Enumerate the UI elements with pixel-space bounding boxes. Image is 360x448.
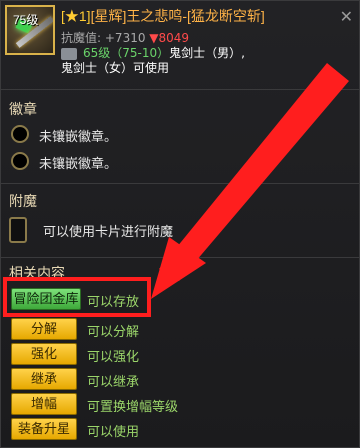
red-arrow-annotation: [151, 63, 349, 299]
arrow-shaft: [159, 63, 349, 281]
item-tooltip-panel: 75级 [★1][星辉]王之悲鸣-[猛龙断空斩] ✕ 抗魔值: +7310 ▼8…: [0, 0, 360, 448]
